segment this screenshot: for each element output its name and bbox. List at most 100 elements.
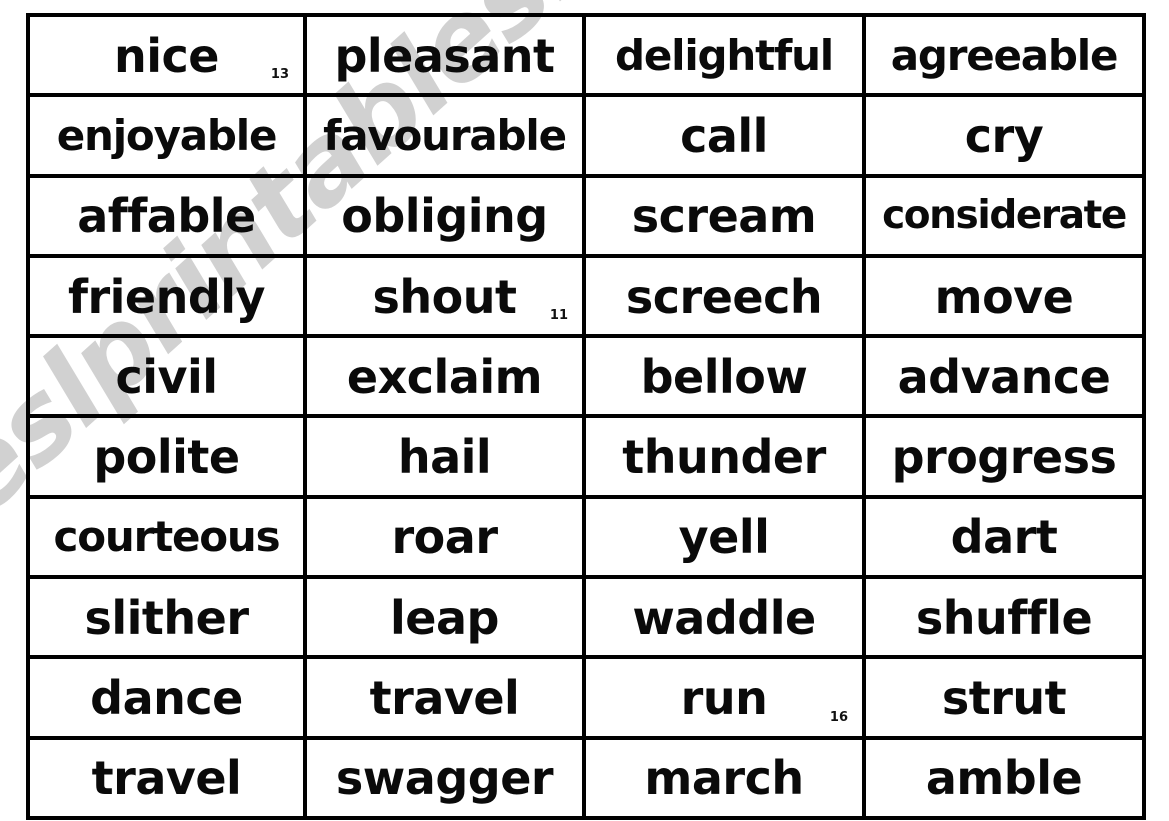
- word-cell[interactable]: shout 11: [303, 253, 586, 339]
- word-cell[interactable]: dart: [862, 494, 1146, 580]
- word-cell-inner: amble: [866, 742, 1142, 814]
- word-cell[interactable]: affable: [26, 173, 307, 258]
- table-row: friendly shout 11 screech move: [26, 253, 1146, 339]
- word-cell[interactable]: dance: [26, 655, 307, 740]
- word-cell-inner: considerate: [866, 180, 1142, 252]
- word-cell[interactable]: yell: [582, 494, 866, 580]
- word-cell[interactable]: advance: [862, 334, 1146, 419]
- word-cell[interactable]: delightful: [582, 12, 866, 98]
- word-cell[interactable]: pleasant: [303, 12, 586, 98]
- word-cell-inner: progress: [866, 421, 1142, 493]
- table-row: travel swagger march amble: [26, 735, 1146, 820]
- word-cell-inner: friendly: [30, 260, 303, 332]
- card-number-marker: 16: [829, 709, 848, 725]
- word-cell[interactable]: leap: [303, 575, 586, 660]
- word-cell[interactable]: friendly: [26, 253, 307, 339]
- word-label: swagger: [335, 751, 554, 806]
- word-cell-inner: advance: [866, 340, 1142, 412]
- word-cell-inner: obliging: [307, 180, 582, 252]
- table-row: nice 13 pleasant delightful agreeable: [26, 12, 1146, 98]
- word-label: bellow: [640, 349, 808, 404]
- word-cell[interactable]: enjoyable: [26, 93, 307, 178]
- word-label: strut: [941, 671, 1067, 726]
- word-cell[interactable]: call: [582, 93, 866, 178]
- word-label: thunder: [622, 430, 826, 485]
- word-cell-inner: roar: [307, 501, 582, 573]
- word-cell-inner: shout 11: [307, 260, 582, 332]
- word-label: cry: [964, 108, 1044, 163]
- word-label: hail: [397, 430, 492, 485]
- word-cell[interactable]: scream: [582, 173, 866, 258]
- table-row: polite hail thunder progress: [26, 414, 1146, 499]
- table-row: enjoyable favourable call cry: [26, 93, 1146, 178]
- word-label: affable: [77, 189, 256, 244]
- word-cell[interactable]: polite: [26, 414, 307, 499]
- word-label: enjoyable: [56, 110, 278, 160]
- word-cell-inner: agreeable: [866, 19, 1142, 91]
- word-cell[interactable]: thunder: [582, 414, 866, 499]
- word-cell[interactable]: civil: [26, 334, 307, 419]
- word-cell-inner: leap: [307, 581, 582, 653]
- word-label: dance: [90, 671, 243, 726]
- word-cell[interactable]: strut: [862, 655, 1146, 740]
- word-cell[interactable]: considerate: [862, 173, 1146, 258]
- word-cell-inner: slither: [30, 581, 303, 653]
- word-cell[interactable]: travel: [26, 735, 307, 820]
- card-number-marker: 13: [270, 67, 289, 83]
- word-label: favourable: [323, 110, 567, 160]
- word-cell[interactable]: waddle: [582, 575, 866, 660]
- word-cell[interactable]: shuffle: [862, 575, 1146, 660]
- word-cell[interactable]: screech: [582, 253, 866, 339]
- word-cell[interactable]: roar: [303, 494, 586, 580]
- word-cell-inner: shuffle: [866, 581, 1142, 653]
- word-label: dart: [950, 510, 1058, 565]
- card-number-marker: 11: [549, 308, 568, 324]
- word-label: slither: [84, 590, 249, 645]
- word-label: delightful: [615, 30, 834, 80]
- word-label: polite: [93, 430, 240, 485]
- word-label: run: [680, 671, 768, 726]
- word-label: advance: [897, 349, 1111, 404]
- word-cell-inner: waddle: [586, 581, 862, 653]
- word-cell[interactable]: courteous: [26, 494, 307, 580]
- word-cell[interactable]: march: [582, 735, 866, 820]
- word-cell[interactable]: obliging: [303, 173, 586, 258]
- word-cell[interactable]: nice 13: [26, 12, 307, 98]
- table-row: slither leap waddle shuffle: [26, 575, 1146, 660]
- word-cell-inner: dance: [30, 662, 303, 734]
- word-cell[interactable]: swagger: [303, 735, 586, 820]
- word-cell[interactable]: bellow: [582, 334, 866, 419]
- worksheet-page: eslprintables.com nice 13 pleasant delig…: [0, 0, 1169, 821]
- word-cell[interactable]: exclaim: [303, 334, 586, 419]
- word-label: yell: [678, 510, 770, 565]
- word-cell-inner: run 16: [586, 662, 862, 734]
- word-cell-inner: travel: [307, 662, 582, 734]
- word-cell-inner: scream: [586, 180, 862, 252]
- word-label: civil: [115, 349, 218, 404]
- word-cell[interactable]: run 16: [582, 655, 866, 740]
- word-cell[interactable]: favourable: [303, 93, 586, 178]
- word-cell[interactable]: travel: [303, 655, 586, 740]
- word-cell-inner: civil: [30, 340, 303, 412]
- word-cell-inner: travel: [30, 742, 303, 814]
- word-cell-inner: affable: [30, 180, 303, 252]
- word-cell[interactable]: cry: [862, 93, 1146, 178]
- word-label: scream: [631, 189, 817, 244]
- word-label: roar: [391, 510, 498, 565]
- word-label: nice: [114, 28, 219, 83]
- word-label: march: [644, 751, 804, 806]
- word-cell[interactable]: hail: [303, 414, 586, 499]
- word-cell[interactable]: amble: [862, 735, 1146, 820]
- word-label: travel: [369, 671, 520, 726]
- word-cell-inner: march: [586, 742, 862, 814]
- table-row: civil exclaim bellow advance: [26, 334, 1146, 419]
- word-label: exclaim: [346, 349, 543, 404]
- word-cell-inner: swagger: [307, 742, 582, 814]
- word-label: call: [680, 108, 768, 163]
- word-cell[interactable]: slither: [26, 575, 307, 660]
- word-cell[interactable]: progress: [862, 414, 1146, 499]
- word-cell[interactable]: agreeable: [862, 12, 1146, 98]
- word-cell-inner: call: [586, 99, 862, 171]
- word-cell[interactable]: move: [862, 253, 1146, 339]
- word-label: screech: [625, 269, 823, 324]
